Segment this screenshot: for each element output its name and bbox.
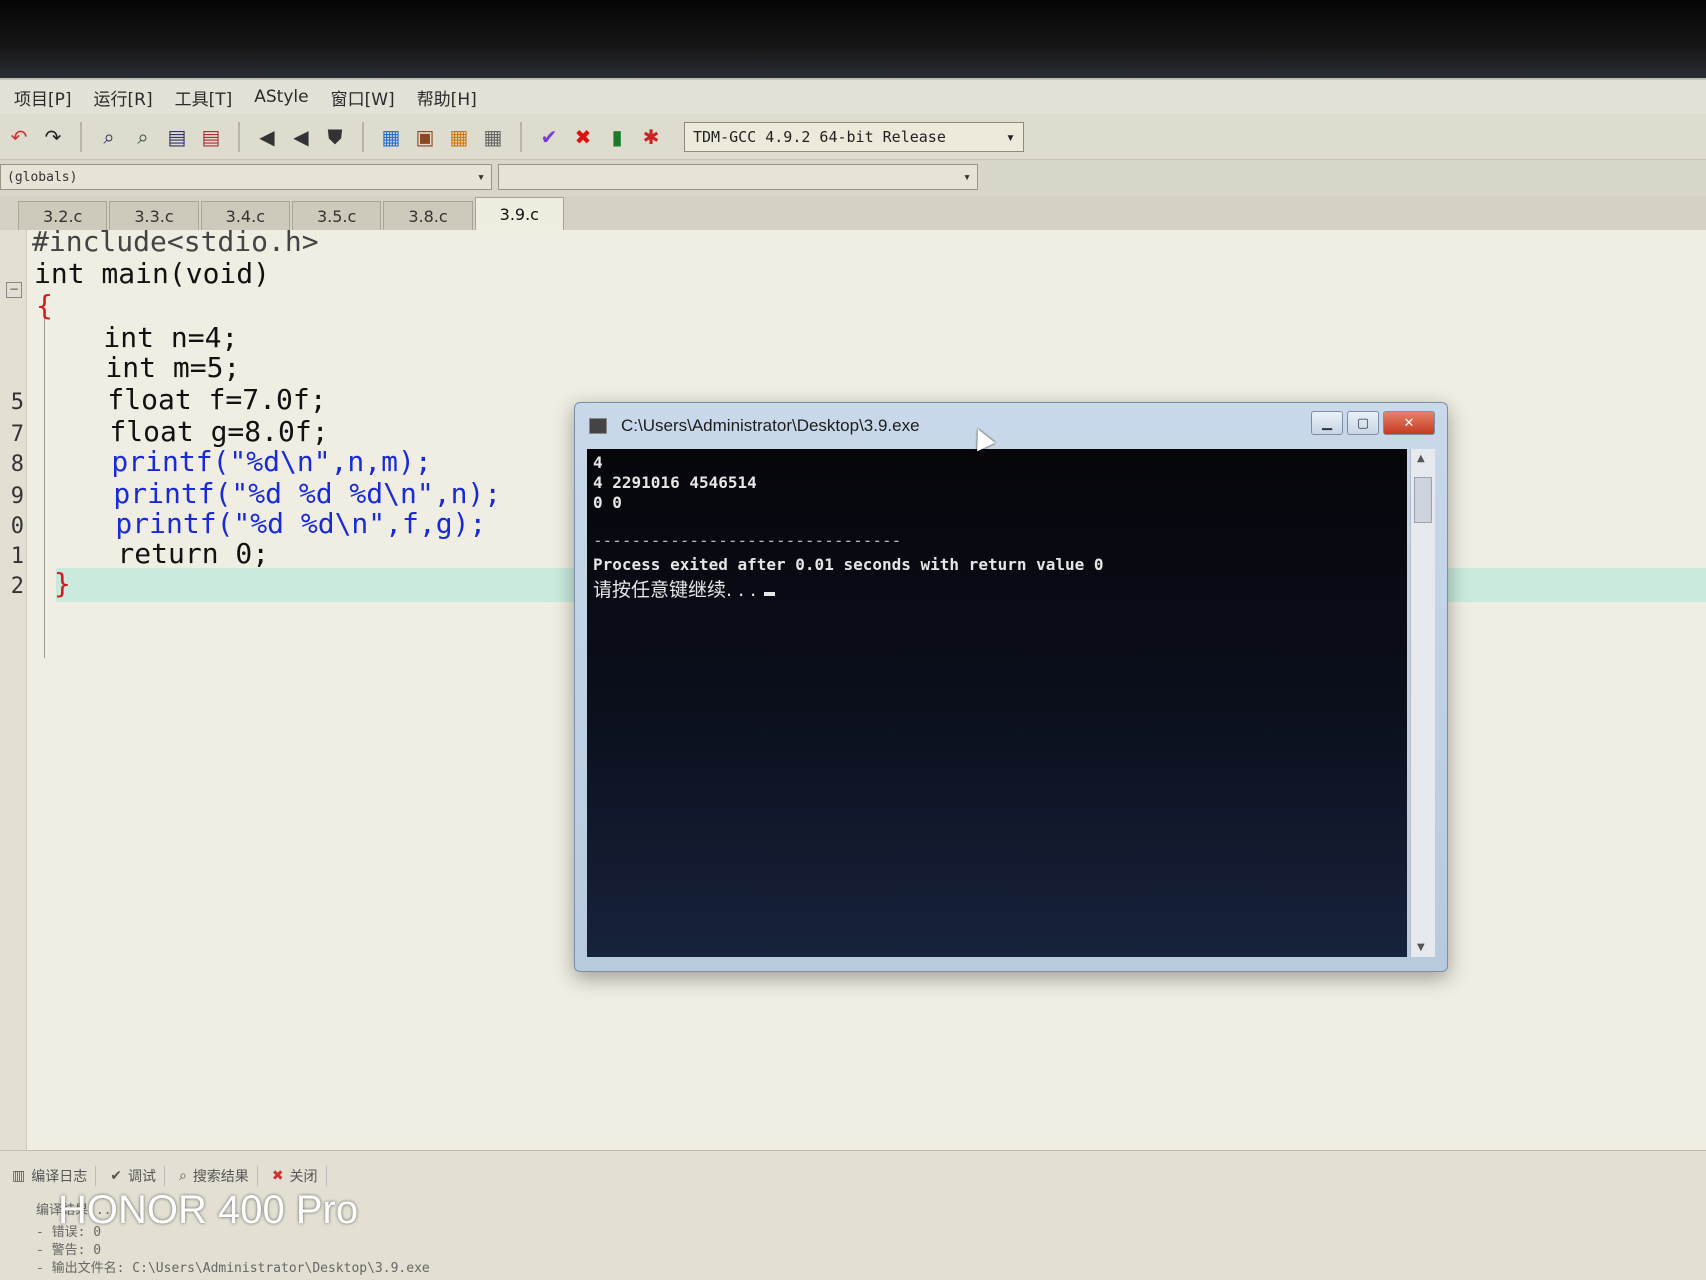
- debug-icon[interactable]: ✱: [638, 124, 664, 150]
- toolbar-separator: [520, 121, 522, 152]
- minimize-button[interactable]: ▁: [1311, 411, 1343, 435]
- chevron-down-icon: ▾: [1005, 127, 1015, 146]
- monitor-bezel: [0, 0, 1706, 78]
- scope-bar: (globals) ▾ ▾: [0, 160, 1706, 196]
- compiler-select-value: TDM-GCC 4.9.2 64-bit Release: [693, 127, 946, 146]
- console-title: C:\Users\Administrator\Desktop\3.9.exe: [621, 416, 920, 435]
- menu-help[interactable]: 帮助[H]: [417, 85, 477, 110]
- code-line: int n=4;: [36, 320, 239, 354]
- menu-window[interactable]: 窗口[W]: [331, 85, 395, 110]
- console-prompt-line: 请按任意键继续. . .: [593, 575, 776, 602]
- console-separator: --------------------------------: [593, 531, 902, 550]
- toolbar-separator: [80, 121, 82, 152]
- find-icon[interactable]: ⌕: [96, 124, 122, 150]
- line-number: 5: [10, 390, 24, 415]
- scroll-up-icon[interactable]: ▲: [1417, 453, 1425, 464]
- line-number: 9: [10, 484, 24, 509]
- scope-select-left[interactable]: (globals) ▾: [0, 164, 492, 190]
- toolbar-separator: [238, 121, 240, 152]
- code-line: int m=5;: [38, 350, 241, 384]
- console-title-bar[interactable]: C:\Users\Administrator\Desktop\3.9.exe ▁…: [575, 403, 1447, 449]
- window-controls: ▁ ▢ ✕: [1311, 411, 1435, 435]
- camera-watermark: HONOR 400 Pro: [58, 1188, 359, 1232]
- console-output-line: 0 0: [593, 493, 622, 512]
- bottom-panel-tabs: ▥ 编译日志 ✔ 调试 ⌕ 搜索结果 ✖ 关闭: [0, 1163, 327, 1189]
- tab-close-label: 关闭: [289, 1169, 318, 1185]
- compile-log-icon: ▥: [12, 1168, 26, 1184]
- console-exit-message: Process exited after 0.01 seconds with r…: [593, 555, 1104, 574]
- menu-project[interactable]: 项目[P]: [14, 85, 72, 110]
- console-caret: [764, 592, 776, 596]
- console-prompt: 请按任意键继续. . .: [593, 579, 757, 601]
- toolbar-separator: [362, 121, 364, 152]
- rebuild-icon[interactable]: ▦: [480, 124, 506, 150]
- close-button[interactable]: ✕: [1383, 411, 1435, 435]
- log-line: - 警告: 0: [36, 1243, 102, 1258]
- tab-close[interactable]: ✖ 关闭: [264, 1166, 327, 1186]
- tab-search-results-label: 搜索结果: [192, 1169, 249, 1185]
- code-line: #include<stdio.h>: [32, 224, 319, 258]
- tab-compile-log-label: 编译日志: [31, 1169, 88, 1185]
- code-line: {: [36, 288, 53, 322]
- undo-icon[interactable]: ↶: [6, 124, 32, 150]
- menu-tools[interactable]: 工具[T]: [175, 85, 233, 110]
- console-window[interactable]: C:\Users\Administrator\Desktop\3.9.exe ▁…: [574, 402, 1448, 972]
- search-icon: ⌕: [178, 1168, 187, 1184]
- code-line: int main(void): [34, 256, 271, 290]
- fold-toggle-icon[interactable]: −: [6, 282, 22, 298]
- console-app-icon: [589, 418, 607, 434]
- tab-debug-label: 调试: [127, 1169, 156, 1185]
- close-icon[interactable]: ✖: [570, 124, 596, 150]
- log-line: - 输出文件名: C:\Users\Administrator\Desktop\…: [36, 1261, 430, 1276]
- console-scrollbar[interactable]: ▲ ▼: [1410, 449, 1435, 957]
- line-number: 8: [10, 452, 24, 477]
- maximize-button[interactable]: ▢: [1347, 411, 1379, 435]
- stop-icon[interactable]: ⛊: [322, 124, 348, 150]
- close-icon: ✖: [271, 1168, 284, 1184]
- unindent-icon[interactable]: ▤: [198, 124, 224, 150]
- monitor-screen: 项目[P] 运行[R] 工具[T] AStyle 窗口[W] 帮助[H] ↶ ↷…: [0, 0, 1706, 1280]
- console-output-line: 4: [593, 453, 603, 472]
- compile-run-icon[interactable]: ▦: [446, 124, 472, 150]
- toolbar: ↶ ↷ ⌕ ⌕ ▤ ▤ ◀ ◀ ⛊ ▦ ▣ ▦ ▦ ✔ ✖ ▮ ✱ TDM-GC…: [0, 114, 1706, 160]
- run-icon[interactable]: ▣: [412, 124, 438, 150]
- check-icon[interactable]: ✔: [536, 124, 562, 150]
- replace-icon[interactable]: ⌕: [130, 124, 156, 150]
- scope-select-left-value: (globals): [7, 169, 78, 185]
- bookmark-forward-icon[interactable]: ◀: [288, 124, 314, 150]
- indent-icon[interactable]: ▤: [164, 124, 190, 150]
- console-output-area[interactable]: 4 4 2291016 4546514 0 0 ----------------…: [587, 449, 1407, 957]
- line-number-gutter: [0, 230, 27, 1150]
- check-icon: ✔: [110, 1168, 122, 1184]
- chart-icon[interactable]: ▮: [604, 124, 630, 150]
- tab-debug[interactable]: ✔ 调试: [102, 1166, 165, 1186]
- console-output-line: 4 2291016 4546514: [593, 473, 757, 492]
- tab-search-results[interactable]: ⌕ 搜索结果: [171, 1166, 258, 1186]
- compile-icon[interactable]: ▦: [378, 124, 404, 150]
- menu-astyle[interactable]: AStyle: [254, 87, 308, 107]
- menu-run[interactable]: 运行[R]: [94, 85, 153, 110]
- compiler-select[interactable]: TDM-GCC 4.9.2 64-bit Release ▾: [684, 121, 1024, 152]
- bookmark-back-icon[interactable]: ◀: [254, 124, 280, 150]
- scope-select-right[interactable]: ▾: [498, 164, 978, 190]
- scroll-down-icon[interactable]: ▼: [1417, 942, 1425, 953]
- line-number: 7: [10, 422, 24, 447]
- scrollbar-thumb[interactable]: [1414, 477, 1432, 523]
- menu-bar: 项目[P] 运行[R] 工具[T] AStyle 窗口[W] 帮助[H]: [0, 80, 1706, 114]
- redo-icon[interactable]: ↷: [40, 124, 66, 150]
- chevron-down-icon: ▾: [963, 169, 971, 185]
- chevron-down-icon: ▾: [477, 169, 485, 185]
- line-number: 0: [10, 514, 24, 539]
- line-number: 1: [10, 544, 24, 569]
- tab-compile-log[interactable]: ▥ 编译日志: [4, 1166, 97, 1186]
- line-number: 2: [10, 574, 24, 599]
